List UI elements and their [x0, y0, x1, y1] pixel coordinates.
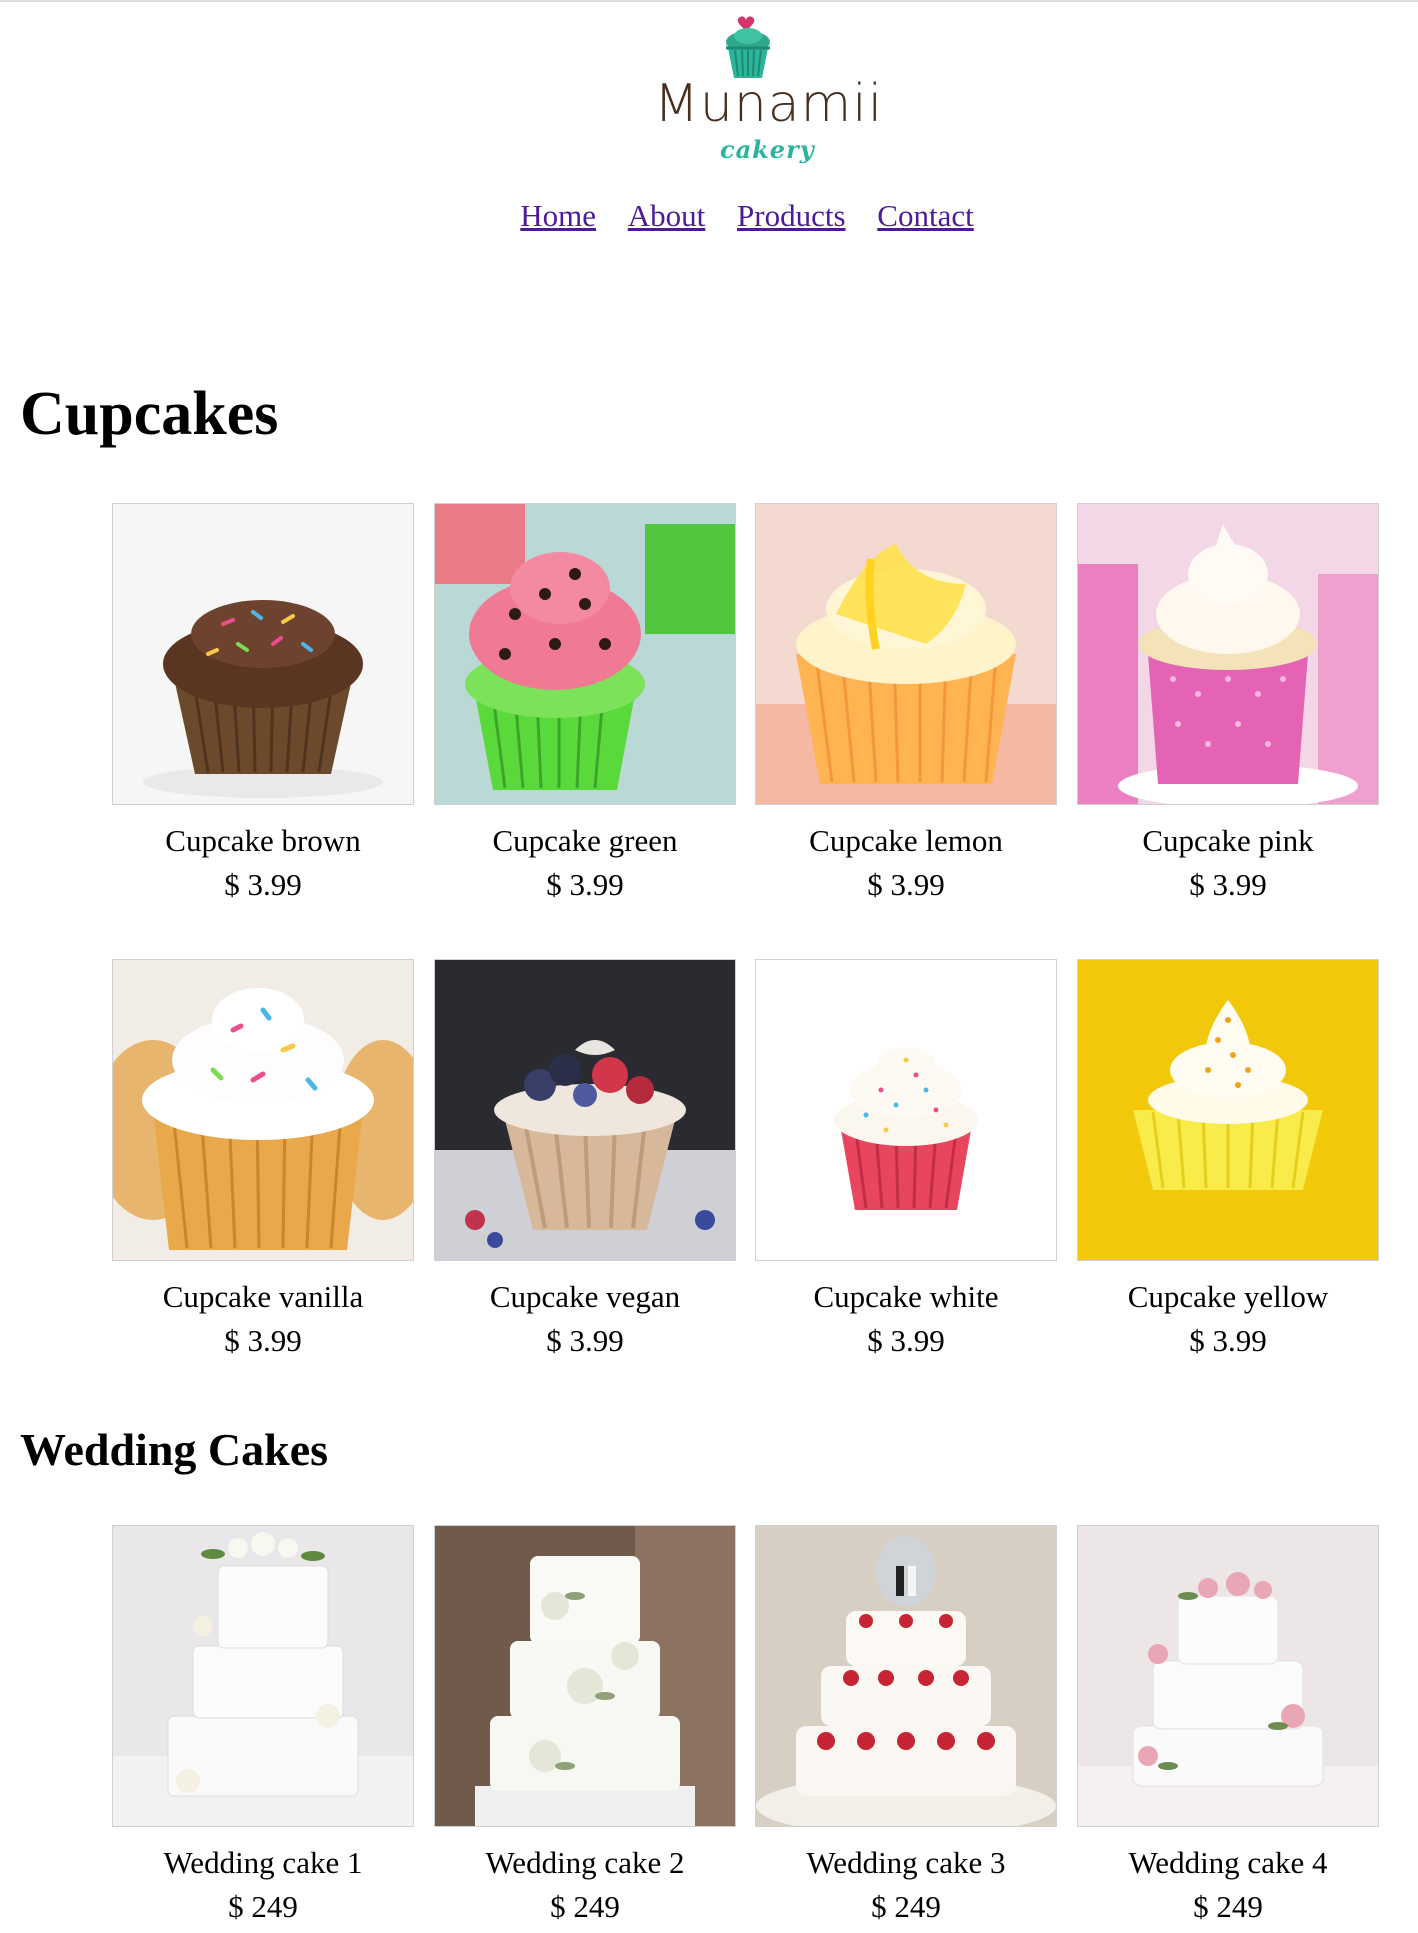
product-name: Wedding cake 3: [806, 1845, 1006, 1880]
product-name: Cupcake green: [492, 823, 678, 858]
wedding-cake-image[interactable]: [755, 1525, 1057, 1827]
product-name: Wedding cake 4: [1128, 1845, 1328, 1880]
lemon-cupcake-image[interactable]: [755, 503, 1057, 805]
logo-name: Munamii: [654, 74, 884, 134]
product-price: $ 3.99: [867, 867, 945, 902]
product-name: Cupcake brown: [165, 823, 361, 858]
product-card[interactable]: Wedding cake 4 $ 249: [1077, 1525, 1379, 1929]
product-name: Cupcake yellow: [1127, 1279, 1329, 1314]
wedding-cake-image[interactable]: [1077, 1525, 1379, 1827]
pink-cupcake-image[interactable]: [1077, 503, 1379, 805]
section-title-wedding-cakes: Wedding Cakes: [20, 1424, 329, 1475]
top-border: [0, 0, 1418, 2]
nav-contact-link[interactable]: Contact: [877, 198, 973, 233]
product-name: Wedding cake 2: [485, 1845, 685, 1880]
yellow-cupcake-image[interactable]: [1077, 959, 1379, 1261]
product-name: Cupcake white: [813, 1279, 999, 1314]
product-card[interactable]: Cupcake lemon $ 3.99: [755, 503, 1057, 907]
product-price: $ 3.99: [1189, 1323, 1267, 1358]
site-logo[interactable]: Munamii cakery: [640, 10, 884, 170]
product-price: $ 249: [550, 1889, 620, 1924]
product-name: Wedding cake 1: [163, 1845, 363, 1880]
product-name: Cupcake lemon: [809, 823, 1003, 858]
product-price: $ 3.99: [1189, 867, 1267, 902]
product-card[interactable]: Cupcake pink $ 3.99: [1077, 503, 1379, 907]
chocolate-cupcake-image[interactable]: [112, 503, 414, 805]
product-price: $ 249: [228, 1889, 298, 1924]
product-name: Cupcake pink: [1142, 823, 1314, 858]
product-card[interactable]: Wedding cake 3 $ 249: [755, 1525, 1057, 1929]
product-card[interactable]: Cupcake white $ 3.99: [755, 959, 1057, 1363]
product-card[interactable]: Wedding cake 2 $ 249: [434, 1525, 736, 1929]
nav-products-link[interactable]: Products: [737, 198, 846, 233]
product-card[interactable]: Cupcake yellow $ 3.99: [1077, 959, 1379, 1363]
vegan-cupcake-image[interactable]: [434, 959, 736, 1261]
wedding-cake-image[interactable]: [112, 1525, 414, 1827]
product-card[interactable]: Cupcake vegan $ 3.99: [434, 959, 736, 1363]
product-price: $ 3.99: [224, 867, 302, 902]
product-price: $ 3.99: [546, 1323, 624, 1358]
product-price: $ 3.99: [224, 1323, 302, 1358]
nav-about-link[interactable]: About: [628, 198, 706, 233]
product-name: Cupcake vanilla: [162, 1279, 364, 1314]
section-title-cupcakes: Cupcakes: [20, 380, 279, 448]
product-card[interactable]: Cupcake green $ 3.99: [434, 503, 736, 907]
wedding-cake-image[interactable]: [434, 1525, 736, 1827]
nav-home-link[interactable]: Home: [520, 198, 596, 233]
product-price: $ 249: [871, 1889, 941, 1924]
main-nav: Home About Products Contact: [0, 198, 1418, 234]
watermelon-cupcake-image[interactable]: [434, 503, 736, 805]
product-card[interactable]: Cupcake brown $ 3.99: [112, 503, 414, 907]
product-price: $ 249: [1193, 1889, 1263, 1924]
product-card[interactable]: Wedding cake 1 $ 249: [112, 1525, 414, 1929]
product-name: Cupcake vegan: [489, 1279, 681, 1314]
cupcake-logo-icon: [726, 16, 770, 78]
logo-subtitle: cakery: [720, 135, 815, 164]
vanilla-cupcake-image[interactable]: [112, 959, 414, 1261]
product-card[interactable]: Cupcake vanilla $ 3.99: [112, 959, 414, 1363]
white-cupcake-image[interactable]: [755, 959, 1057, 1261]
product-price: $ 3.99: [546, 867, 624, 902]
product-price: $ 3.99: [867, 1323, 945, 1358]
